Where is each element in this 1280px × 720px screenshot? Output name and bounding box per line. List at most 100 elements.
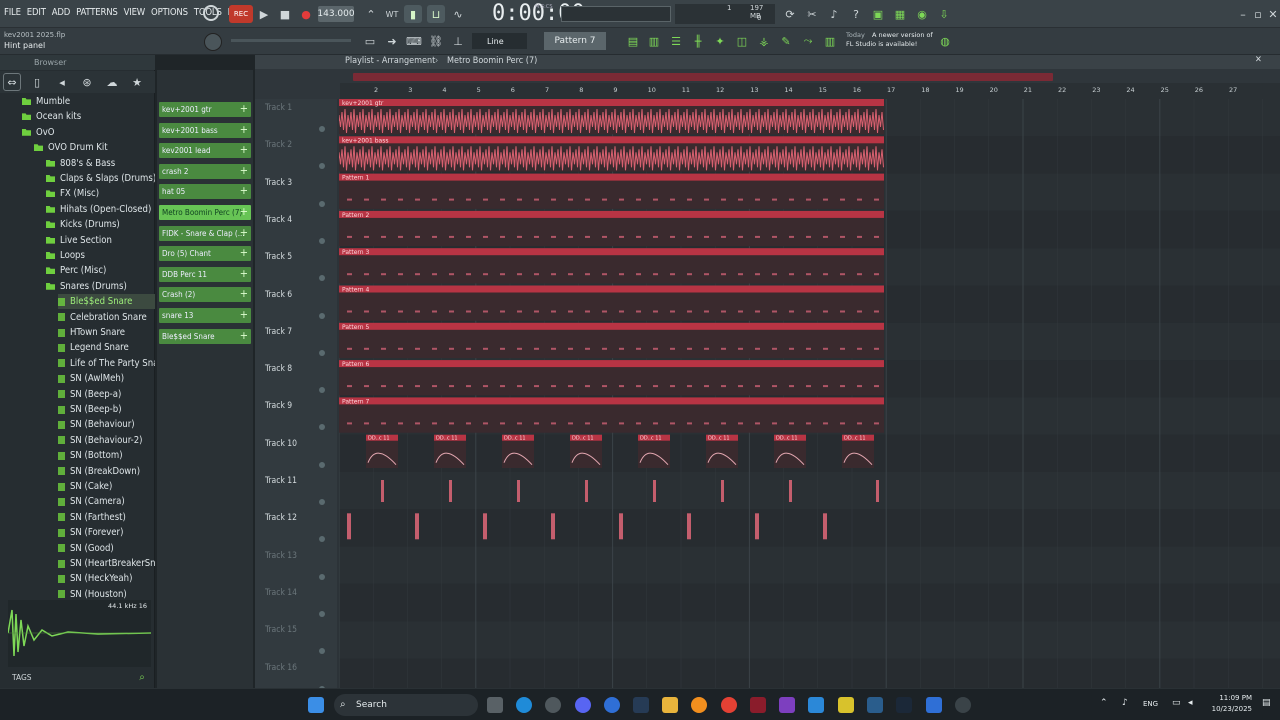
browser-star-icon[interactable]: ★: [128, 73, 146, 91]
refresh-icon[interactable]: ⟳: [781, 5, 799, 23]
browser-item[interactable]: HTown Snare: [58, 325, 125, 340]
track-mute-icon[interactable]: [319, 200, 325, 207]
playlist-icon[interactable]: ▤: [624, 32, 642, 50]
channel-add-icon[interactable]: +: [240, 308, 248, 321]
channel-add-icon[interactable]: +: [240, 267, 248, 280]
track-mute-icon[interactable]: [319, 536, 325, 543]
chrome-icon[interactable]: [721, 697, 737, 713]
menu-item-edit[interactable]: EDIT: [27, 7, 46, 18]
browser-item[interactable]: Kicks (Drums): [46, 217, 120, 232]
tempo-tapper-icon[interactable]: ▥: [821, 32, 839, 50]
browser-item[interactable]: SN (Bottom): [58, 448, 123, 463]
menu-item-patterns[interactable]: PATTERNS: [76, 7, 118, 18]
app-icon-purple[interactable]: [779, 697, 795, 713]
discord-icon[interactable]: [575, 697, 591, 713]
browser-file-icon[interactable]: ▯: [28, 73, 46, 91]
settings-icon[interactable]: [545, 697, 561, 713]
browser-item[interactable]: Life of The Party Snare: [58, 356, 155, 371]
channel-button[interactable]: DDB Perc 11 +: [159, 266, 251, 282]
clip-header[interactable]: [339, 397, 884, 405]
stop-button[interactable]: ■: [276, 5, 294, 23]
vscode-icon[interactable]: [808, 697, 824, 713]
track-name[interactable]: Track 6: [265, 290, 292, 300]
browser-item[interactable]: SN (AwlMeh): [58, 371, 124, 386]
clip-header[interactable]: [339, 248, 884, 256]
channel-add-icon[interactable]: +: [240, 123, 248, 136]
browser-item[interactable]: SN (Beep-a): [58, 387, 121, 402]
play-button[interactable]: ▶: [255, 5, 273, 23]
track-mute-icon[interactable]: [319, 163, 325, 170]
track-name[interactable]: Track 8: [265, 364, 292, 374]
browser-item[interactable]: Ble$$ed Snare: [58, 294, 155, 310]
clip-header[interactable]: [339, 210, 884, 218]
browser-item[interactable]: Live Section: [46, 233, 112, 248]
help-icon[interactable]: ?: [847, 5, 865, 23]
browser-item[interactable]: SN (Houston): [58, 587, 127, 599]
browser-item[interactable]: SN (Good): [58, 541, 114, 556]
track-mute-icon[interactable]: [319, 648, 325, 655]
channel-add-icon[interactable]: +: [240, 287, 248, 300]
tray-chevron-icon[interactable]: ⌃: [1100, 698, 1108, 708]
pattern-selector[interactable]: Pattern 7: [544, 32, 606, 50]
track-mute-icon[interactable]: [319, 424, 325, 431]
channel-button[interactable]: snare 13 +: [159, 308, 251, 323]
browser-item[interactable]: SN (Camera): [58, 494, 125, 509]
bar-ruler[interactable]: 2 3 4 5 6 7 8 9 10 11 12 13 14 15 16 17 18 19 20 21 22 23 24 25…: [340, 83, 1280, 99]
piano-roll-icon[interactable]: ▥: [645, 32, 663, 50]
countdown-icon[interactable]: ▮: [404, 5, 422, 23]
browser-item[interactable]: FX (Misc): [46, 186, 99, 201]
app-icon-red[interactable]: [750, 697, 766, 713]
typing-keyboard-icon[interactable]: ⌨: [405, 32, 423, 50]
browser-item[interactable]: Legend Snare: [58, 340, 129, 355]
track-mute-icon[interactable]: [319, 312, 325, 319]
browser-menu-icon[interactable]: ⇔: [3, 73, 21, 91]
browser-item[interactable]: SN (Farthest): [58, 510, 126, 525]
edge-icon[interactable]: [516, 697, 532, 713]
wait-icon[interactable]: WT: [383, 5, 401, 23]
track-mute-icon[interactable]: [319, 387, 325, 394]
notification-icon[interactable]: ▤: [1262, 698, 1271, 708]
track-name[interactable]: Track 11: [265, 476, 297, 486]
clock-date[interactable]: 10/23/2025: [1206, 705, 1252, 713]
browser-item[interactable]: Mumble: [22, 94, 70, 109]
taskbar-search[interactable]: Search: [334, 694, 478, 716]
browser-item[interactable]: OVO Drum Kit: [34, 140, 108, 155]
volume-icon[interactable]: ◂: [1188, 698, 1193, 708]
brush-icon[interactable]: ✎: [777, 32, 795, 50]
browser-item[interactable]: Snares (Drums): [46, 279, 127, 294]
track-name[interactable]: Track 1: [265, 103, 292, 113]
track-name[interactable]: Track 16: [265, 663, 297, 673]
clip-header[interactable]: [339, 99, 884, 106]
browser-item[interactable]: SN (HeartBreakerSnare): [58, 556, 155, 571]
clip-header[interactable]: [339, 173, 884, 181]
channel-add-icon[interactable]: +: [240, 329, 248, 342]
link-icon[interactable]: ⛓: [427, 32, 445, 50]
track-mute-icon[interactable]: [319, 610, 325, 617]
track-name[interactable]: Track 15: [265, 625, 297, 635]
mic-icon[interactable]: ♪: [825, 5, 843, 23]
language-indicator[interactable]: ENG: [1143, 700, 1158, 708]
channel-add-icon[interactable]: +: [240, 102, 248, 115]
mic-tray-icon[interactable]: ♪: [1122, 698, 1128, 708]
channel-button[interactable]: kev+2001 bass +: [159, 122, 251, 138]
channel-button[interactable]: Crash (2) +: [159, 287, 251, 303]
track-mute-icon[interactable]: [319, 237, 325, 244]
time-selection-bar[interactable]: [353, 73, 1053, 81]
menu-item-add[interactable]: ADD: [52, 7, 71, 18]
clip-header[interactable]: [339, 360, 884, 368]
clip-header[interactable]: [339, 136, 884, 144]
browser-item[interactable]: Hihats (Open-Closed): [46, 202, 151, 217]
record-button[interactable]: ●: [297, 5, 315, 23]
track-mute-icon[interactable]: [319, 349, 325, 356]
browser-item[interactable]: SN (Behaviour-2): [58, 433, 142, 448]
mixer-view-icon[interactable]: ╫: [689, 32, 707, 50]
browser-item[interactable]: OvO: [22, 125, 55, 140]
plugin-picker-icon[interactable]: ✦: [711, 32, 729, 50]
browser-item[interactable]: Perc (Misc): [46, 263, 106, 278]
menu-item-file[interactable]: FILE: [4, 7, 21, 18]
track-name[interactable]: Track 12: [265, 513, 297, 523]
clock-time[interactable]: 11:09 PM: [1210, 694, 1252, 702]
track-mute-icon[interactable]: [319, 573, 325, 580]
close-icon[interactable]: ✕: [1264, 5, 1280, 23]
master-pitch-knob[interactable]: [204, 33, 222, 51]
